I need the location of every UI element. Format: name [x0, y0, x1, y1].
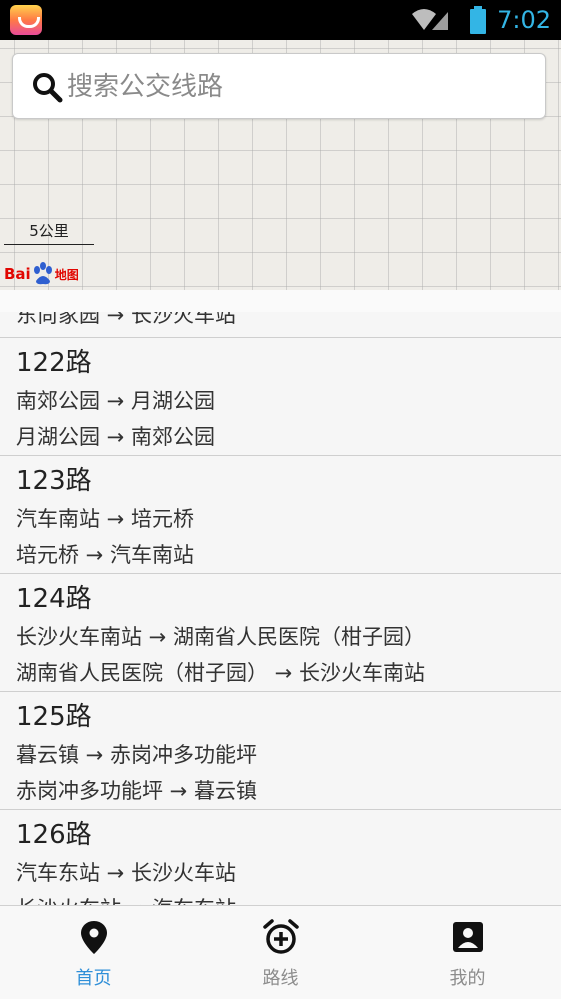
nav-routes[interactable]: 路线	[187, 906, 374, 999]
status-time: 7:02	[497, 6, 551, 34]
route-direction-b: 长沙火车站 → 汽车东站	[16, 894, 236, 905]
route-direction-b: 月湖公园 → 南郊公园	[16, 425, 215, 449]
map-scale-bar: 5公里	[4, 220, 94, 245]
nav-mine[interactable]: 我的	[374, 906, 561, 999]
route-list[interactable]: 东尚家园 → 长沙火车站 122路 南郊公园 → 月湖公园 月湖公园 → 南郊公…	[0, 312, 561, 905]
route-name: 126路	[16, 820, 92, 850]
route-name: 124路	[16, 584, 92, 614]
map-scale-label: 5公里	[29, 222, 69, 240]
route-direction-a: 汽车东站 → 长沙火车站	[16, 861, 236, 885]
nav-routes-label: 路线	[262, 968, 299, 989]
route-name: 122路	[16, 348, 92, 378]
baidu-map-logo: Bai 地图	[4, 261, 79, 287]
route-direction-a: 汽车南站 → 培元桥	[16, 507, 194, 531]
search-icon	[33, 73, 63, 103]
baidu-logo-text: Bai	[4, 265, 31, 283]
route-direction-a: 长沙火车南站 → 湖南省人民医院（柑子园）	[16, 625, 425, 649]
route-item[interactable]: 122路 南郊公园 → 月湖公园 月湖公园 → 南郊公园	[0, 338, 561, 456]
route-item[interactable]: 124路 长沙火车南站 → 湖南省人民医院（柑子园） 湖南省人民医院（柑子园） …	[0, 574, 561, 692]
route-item[interactable]: 123路 汽车南站 → 培元桥 培元桥 → 汽车南站	[0, 456, 561, 574]
account-box-icon	[452, 922, 483, 952]
bottom-nav: 首页 路线 我的	[0, 905, 561, 999]
battery-icon	[470, 6, 486, 34]
route-direction-b: 培元桥 → 汽车南站	[16, 543, 194, 567]
alarm-add-icon	[262, 919, 299, 954]
search-placeholder: 搜索公交线路	[67, 72, 224, 102]
nav-home[interactable]: 首页	[0, 906, 187, 999]
route-direction-a: 东尚家园 → 长沙火车站	[16, 312, 236, 327]
route-direction-b: 赤岗冲多功能坪 → 暮云镇	[16, 779, 257, 803]
nav-mine-label: 我的	[449, 968, 486, 989]
baidu-paw-icon	[33, 262, 52, 285]
route-name: 125路	[16, 702, 92, 732]
wifi-signal-icon	[412, 9, 448, 30]
route-direction-b: 湖南省人民医院（柑子园） → 长沙火车南站	[16, 661, 425, 685]
app-icon	[10, 5, 42, 35]
search-input[interactable]: 搜索公交线路	[12, 53, 546, 119]
baidu-logo-ditu: 地图	[54, 267, 79, 282]
route-item[interactable]: 126路 汽车东站 → 长沙火车站 长沙火车站 → 汽车东站	[0, 810, 561, 905]
nav-home-label: 首页	[75, 968, 112, 989]
route-direction-a: 南郊公园 → 月湖公园	[16, 389, 215, 413]
route-item[interactable]: 125路 暮云镇 → 赤岗冲多功能坪 赤岗冲多功能坪 → 暮云镇	[0, 692, 561, 810]
route-item[interactable]: 东尚家园 → 长沙火车站	[0, 312, 561, 338]
route-name: 123路	[16, 466, 92, 496]
route-direction-a: 暮云镇 → 赤岗冲多功能坪	[16, 743, 257, 767]
status-bar: 7:02	[0, 0, 561, 40]
map-view[interactable]: 搜索公交线路 5公里 Bai 地图	[0, 40, 561, 290]
location-pin-icon	[80, 921, 107, 954]
